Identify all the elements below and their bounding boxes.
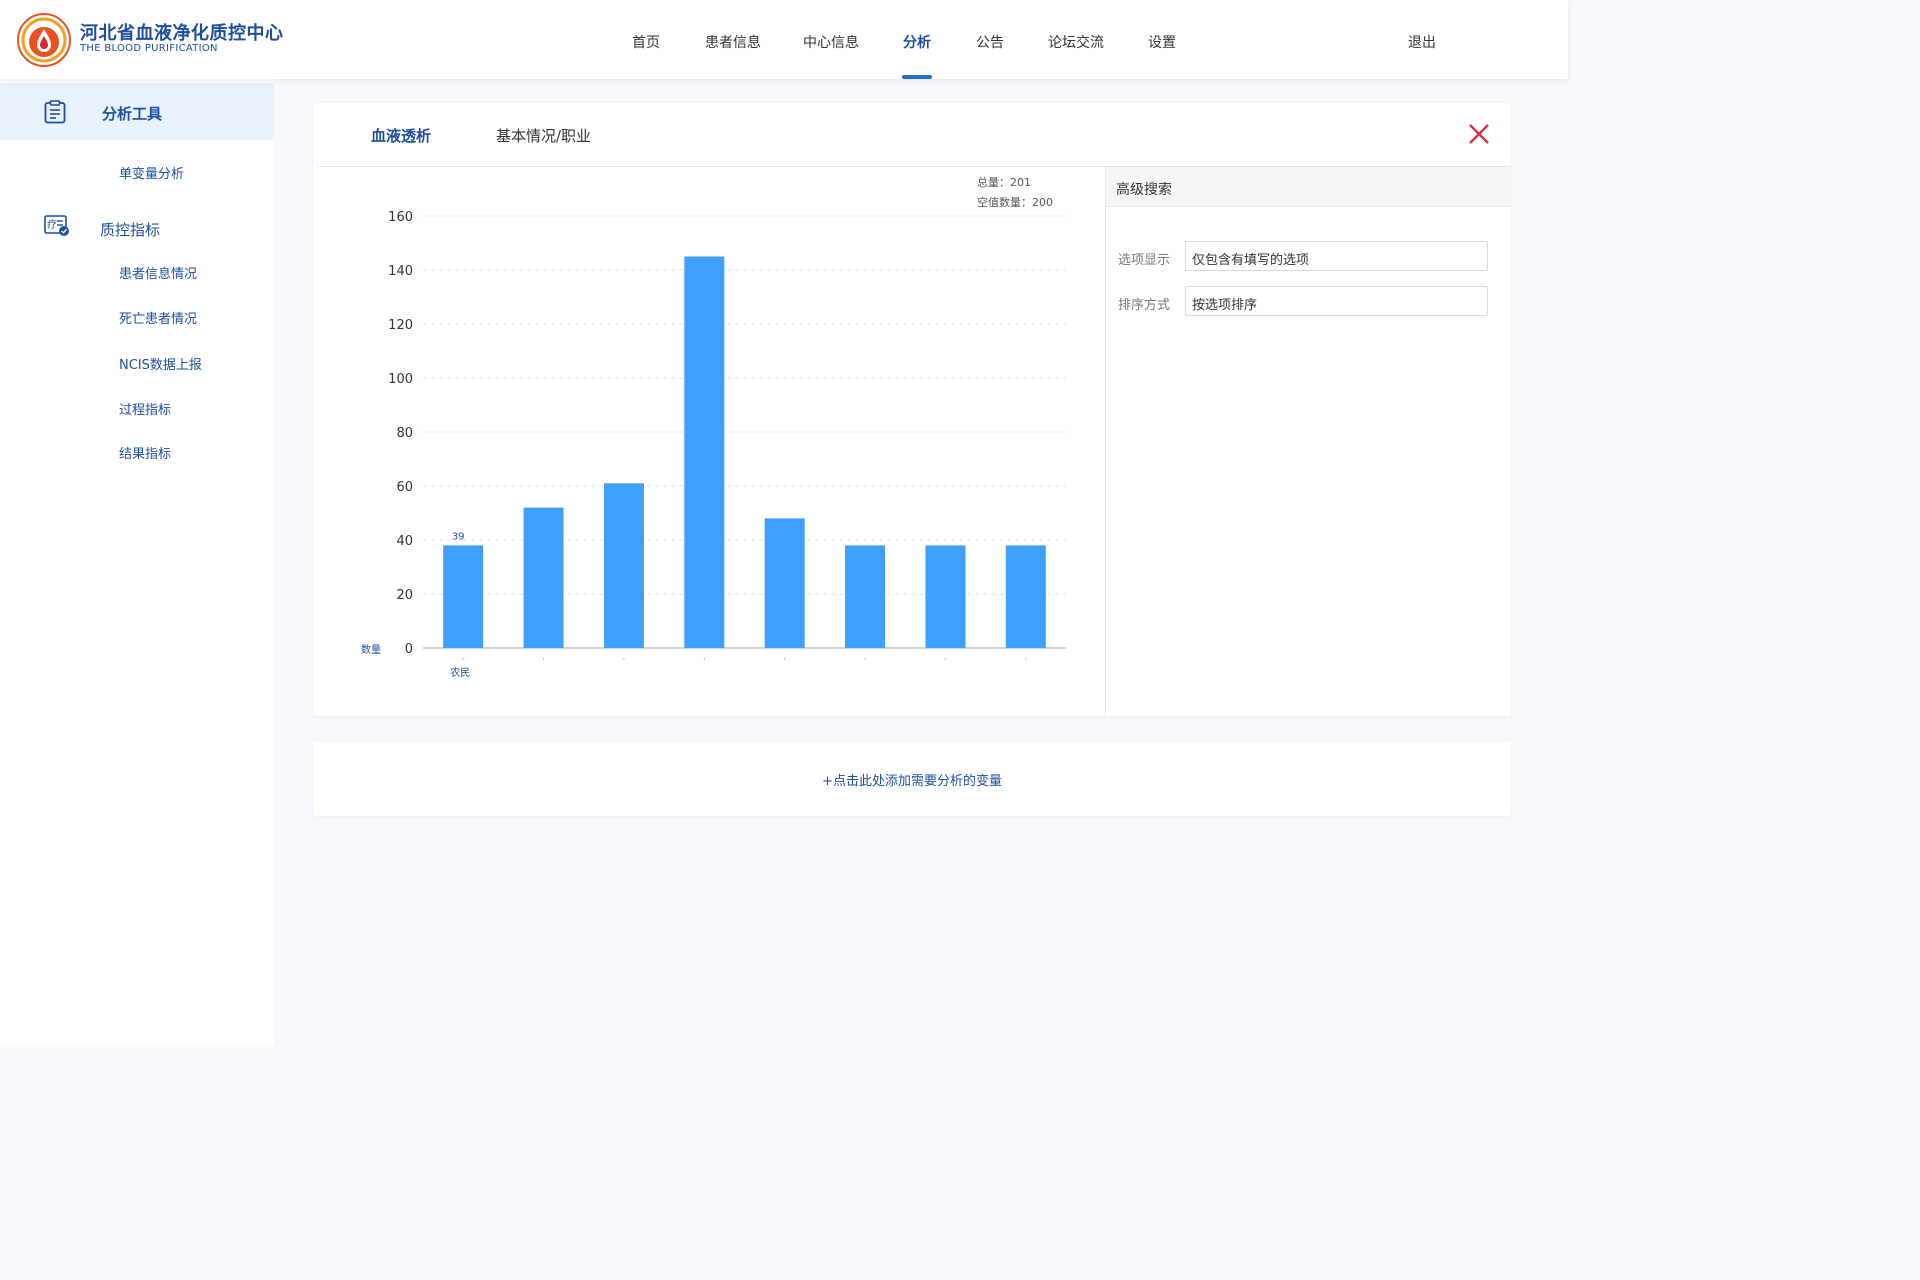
y-tick-label: 20 — [396, 588, 413, 603]
y-tick-label: 120 — [388, 318, 413, 333]
sort-method-label: 排序方式 — [1118, 298, 1171, 313]
advanced-search-header: 高级搜索 — [1106, 167, 1511, 207]
nav-patient-info[interactable]: 患者信息 — [705, 32, 761, 52]
svg-text:疗: 疗 — [47, 218, 57, 231]
advanced-search-panel: 高级搜索 选项显示 仅包含有填写的选项 排序方式 按选项排序 — [1105, 167, 1511, 716]
nav-forum[interactable]: 论坛交流 — [1048, 32, 1104, 52]
y-tick-label: 40 — [396, 534, 413, 549]
sidebar-analysis-tools-label: 分析工具 — [102, 105, 163, 123]
bar — [1005, 545, 1046, 648]
sidebar-item-process-indicators[interactable]: 过程指标 — [119, 399, 171, 418]
advanced-search-title: 高级搜索 — [1116, 182, 1172, 198]
bar — [523, 507, 564, 648]
tab-hemodialysis[interactable]: 血液透析 — [371, 125, 431, 146]
sidebar-qc-indicators-label: 质控指标 — [100, 221, 161, 239]
sidebar-qc-indicators[interactable]: 疗 质控指标 — [0, 213, 274, 243]
sidebar-analysis-tools[interactable]: 分析工具 — [0, 83, 274, 140]
bar — [845, 545, 886, 648]
bar — [684, 256, 725, 648]
sidebar: 分析工具 单变量分析 疗 质控指标 患者信息情况 死亡患者情况 NCIS数据上报… — [0, 79, 274, 1045]
y-tick-label: 0 — [405, 642, 413, 657]
nav-home[interactable]: 首页 — [632, 32, 660, 52]
y-tick-label: 80 — [396, 426, 413, 441]
clipboard-icon — [44, 100, 66, 124]
sidebar-item-univariate[interactable]: 单变量分析 — [119, 163, 184, 182]
logout-link[interactable]: 退出 — [1408, 32, 1436, 52]
y-tick-label: 60 — [396, 480, 413, 495]
nav-active-indicator — [902, 75, 932, 79]
option-display-label: 选项显示 — [1118, 253, 1171, 268]
add-variable-card[interactable]: +点击此处添加需要分析的变量 — [313, 742, 1511, 816]
y-tick-label: 160 — [388, 210, 413, 225]
y-axis-title: 数量 — [361, 643, 381, 656]
sidebar-item-ncis-report[interactable]: NCIS数据上报 — [119, 354, 202, 373]
y-tick-label: 100 — [388, 372, 413, 387]
option-display-select[interactable]: 仅包含有填写的选项 — [1185, 241, 1488, 271]
sort-method-select[interactable]: 按选项排序 — [1185, 286, 1488, 316]
bar — [925, 545, 966, 648]
nav-analysis[interactable]: 分析 — [903, 32, 931, 52]
medical-record-icon: 疗 — [44, 215, 69, 236]
sidebar-item-outcome-indicators[interactable]: 结果指标 — [119, 443, 171, 462]
close-icon[interactable] — [1468, 123, 1490, 145]
bar-chart: 0 20 40 60 80 100 120 140 160 数量 39 农民 — [361, 210, 1066, 679]
data-label: 39 — [452, 531, 465, 542]
top-header: 河北省血液净化质控中心 THE BLOOD PURIFICATION 首页 患者… — [0, 0, 1568, 79]
y-tick-label: 140 — [388, 264, 413, 279]
bar — [443, 545, 484, 648]
main-nav: 首页 患者信息 中心信息 分析 公告 论坛交流 设置 退出 — [0, 0, 1568, 79]
sidebar-item-patient-info[interactable]: 患者信息情况 — [119, 263, 197, 282]
tab-basic-occupation[interactable]: 基本情况/职业 — [496, 125, 591, 146]
bar — [764, 518, 805, 648]
bar — [603, 483, 644, 648]
analysis-card: 血液透析 基本情况/职业 总量：201 空值数量：200 0 20 40 60 80 10… — [313, 103, 1511, 716]
add-variable-button[interactable]: +点击此处添加需要分析的变量 — [313, 770, 1511, 789]
nav-announcement[interactable]: 公告 — [976, 32, 1004, 52]
nav-settings[interactable]: 设置 — [1148, 32, 1176, 52]
sidebar-item-deceased-patients[interactable]: 死亡患者情况 — [119, 308, 197, 327]
nav-center-info[interactable]: 中心信息 — [803, 32, 859, 52]
x-category-label: 农民 — [450, 666, 470, 679]
